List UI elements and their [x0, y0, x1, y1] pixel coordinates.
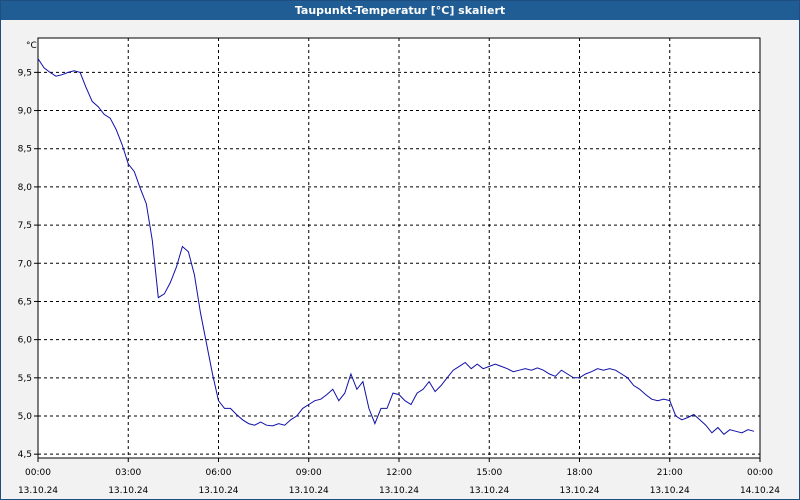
- x-tick-date-label: 13.10.24: [198, 486, 238, 496]
- y-tick-label: 5,5: [18, 374, 32, 384]
- x-tick-time-label: 18:00: [567, 468, 593, 478]
- y-tick-label: 6,5: [18, 297, 32, 307]
- x-tick-date-label: 13.10.24: [108, 486, 148, 496]
- x-tick-time-label: 15:00: [476, 468, 502, 478]
- y-tick-label: 9,0: [18, 107, 33, 117]
- y-axis: °C 4,5 5,0 5,5 6,0 6,5 7,0 7,5 8,0 8,5 9,0 9,5: [18, 41, 38, 460]
- x-tick-time-label: 21:00: [657, 468, 683, 478]
- x-tick-time-label: 09:00: [296, 468, 322, 478]
- x-tick-date-label: 14.10.24: [740, 486, 780, 496]
- y-tick-label: 7,5: [18, 221, 32, 231]
- x-tick-time-label: 12:00: [386, 468, 412, 478]
- x-tick-time-label: 06:00: [206, 468, 232, 478]
- chart-canvas: °C 4,5 5,0 5,5 6,0 6,5 7,0 7,5 8,0 8,5 9,0 9,5 00:…: [18, 37, 780, 496]
- x-tick-date-label: 13.10.24: [289, 486, 329, 496]
- y-tick-label: 9,5: [18, 68, 32, 78]
- x-tick-date-label: 13.10.24: [559, 486, 599, 496]
- x-tick-date-label: 13.10.24: [18, 486, 58, 496]
- y-tick-label: 8,0: [18, 183, 33, 193]
- y-axis-unit-label: °C: [26, 41, 37, 51]
- x-tick-date-label: 13.10.24: [469, 486, 509, 496]
- x-tick-time-label: 00:00: [747, 468, 773, 478]
- y-tick-label: 8,5: [18, 145, 32, 155]
- y-tick-label: 6,0: [18, 336, 33, 346]
- y-tick-label: 7,0: [18, 259, 33, 269]
- x-tick-date-label: 13.10.24: [379, 486, 419, 496]
- y-tick-label: 4,5: [18, 450, 32, 460]
- y-tick-label: 5,0: [18, 412, 33, 422]
- x-tick-time-label: 00:00: [25, 468, 51, 478]
- x-tick-date-label: 13.10.24: [650, 486, 690, 496]
- x-tick-time-label: 03:00: [115, 468, 141, 478]
- x-axis: 00:00 13.10.24 03:00 13.10.24 06:00 13.10.24 0…: [18, 458, 780, 496]
